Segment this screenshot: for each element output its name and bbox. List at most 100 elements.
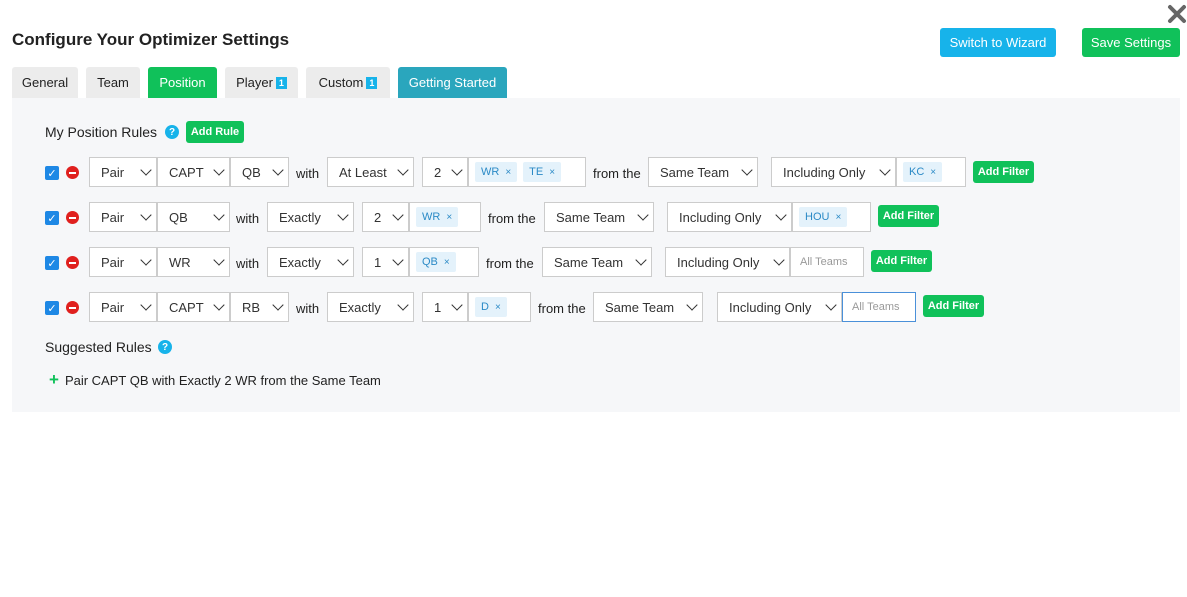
position-select[interactable]: QB [157,202,230,232]
select-value: Exactly [279,254,321,270]
condition-select[interactable]: Exactly [267,202,354,232]
remove-rule-icon[interactable] [66,166,79,179]
team-scope-select[interactable]: Same Team [542,247,652,277]
close-icon[interactable] [1166,3,1187,25]
team-tag: KC × [903,162,943,182]
chevron-down-icon [637,209,649,221]
rule-enabled-checkbox[interactable]: ✓ [45,256,59,270]
add-filter-button[interactable]: Add Filter [973,161,1034,183]
teams-input[interactable]: All Teams [790,247,864,277]
chevron-down-icon [451,164,463,176]
rule-type-select[interactable]: Pair [89,247,157,277]
tab-position[interactable]: Position [148,67,217,98]
rule-type-select[interactable]: Pair [89,292,157,322]
rule-enabled-checkbox[interactable]: ✓ [45,166,59,180]
team-filter-select[interactable]: Including Only [667,202,792,232]
remove-tag-icon[interactable]: × [444,257,450,268]
select-value: Exactly [279,209,321,225]
remove-tag-icon[interactable]: × [495,302,501,313]
add-filter-button[interactable]: Add Filter [923,295,984,317]
chevron-down-icon [140,299,152,311]
teams-placeholder: All Teams [852,301,900,313]
position-select[interactable]: WR [157,247,230,277]
tag-label: QB [422,256,438,268]
count-select[interactable]: 2 [362,202,409,232]
team-filter-select[interactable]: Including Only [665,247,790,277]
remove-tag-icon[interactable]: × [930,167,936,178]
roster-slot-select[interactable]: CAPT [157,157,230,187]
chevron-down-icon [825,299,837,311]
chevron-down-icon [213,254,225,266]
save-settings-button[interactable]: Save Settings [1082,28,1180,57]
team-scope-select[interactable]: Same Team [544,202,654,232]
remove-rule-icon[interactable] [66,301,79,314]
team-filter-select[interactable]: Including Only [771,157,896,187]
chevron-down-icon [635,254,647,266]
with-label: with [236,211,260,226]
help-icon[interactable]: ? [158,340,172,354]
tab-team[interactable]: Team [86,67,140,98]
teams-placeholder: All Teams [800,256,848,268]
chevron-down-icon [773,254,785,266]
count-select[interactable]: 1 [422,292,468,322]
position-tag: D × [475,297,507,317]
rule-enabled-checkbox[interactable]: ✓ [45,301,59,315]
target-positions-input[interactable]: D × [468,292,531,322]
chevron-down-icon [775,209,787,221]
remove-tag-icon[interactable]: × [549,167,555,178]
suggested-rule-label: Pair CAPT QB with Exactly 2 WR from the … [64,372,381,388]
remove-tag-icon[interactable]: × [835,212,841,223]
teams-input[interactable]: KC × [896,157,966,187]
chevron-down-icon [741,164,753,176]
chevron-down-icon [140,164,152,176]
help-icon[interactable]: ? [165,125,179,139]
select-value: Including Only [677,254,760,270]
rule-type-select[interactable]: Pair [89,202,157,232]
with-label: with [236,256,260,271]
position-select[interactable]: QB [230,157,289,187]
team-scope-select[interactable]: Same Team [648,157,758,187]
count-select[interactable]: 2 [422,157,468,187]
target-positions-input[interactable]: QB × [409,247,479,277]
add-rule-button[interactable]: Add Rule [186,121,244,143]
rule-enabled-checkbox[interactable]: ✓ [45,211,59,225]
remove-tag-icon[interactable]: × [446,212,452,223]
switch-to-wizard-button[interactable]: Switch to Wizard [940,28,1056,57]
select-value: Including Only [679,209,762,225]
tab-custom[interactable]: Custom 1 [306,67,390,98]
tab-label: Custom [318,75,364,90]
remove-rule-icon[interactable] [66,211,79,224]
select-value: CAPT [169,164,204,180]
tab-player[interactable]: Player 1 [225,67,298,98]
teams-input[interactable]: All Teams [842,292,916,322]
chevron-down-icon [397,164,409,176]
condition-select[interactable]: Exactly [267,247,354,277]
tab-label: Team [97,75,129,90]
condition-select[interactable]: Exactly [327,292,414,322]
team-filter-select[interactable]: Including Only [717,292,842,322]
add-filter-button[interactable]: Add Filter [871,250,932,272]
select-value: Pair [101,209,125,225]
teams-input[interactable]: HOU × [792,202,871,232]
position-select[interactable]: RB [230,292,289,322]
roster-slot-select[interactable]: CAPT [157,292,230,322]
team-scope-select[interactable]: Same Team [593,292,703,322]
tag-label: WR [481,166,500,178]
select-value: Same Team [660,164,730,180]
target-positions-input[interactable]: WR × TE × [468,157,586,187]
condition-select[interactable]: At Least [327,157,414,187]
target-positions-input[interactable]: WR × [409,202,481,232]
remove-rule-icon[interactable] [66,256,79,269]
add-filter-button[interactable]: Add Filter [878,205,939,227]
count-badge: 1 [366,76,378,89]
rule-type-select[interactable]: Pair [89,157,157,187]
count-select[interactable]: 1 [362,247,409,277]
with-label: with [296,166,320,181]
team-tag: HOU × [799,207,848,227]
chevron-down-icon [140,254,152,266]
tab-general[interactable]: General [12,67,78,98]
remove-tag-icon[interactable]: × [505,167,511,178]
chevron-down-icon [140,209,152,221]
tab-getting-started[interactable]: Getting Started [398,67,507,98]
suggested-rule-item[interactable]: + Pair CAPT QB with Exactly 2 WR from th… [49,370,381,390]
